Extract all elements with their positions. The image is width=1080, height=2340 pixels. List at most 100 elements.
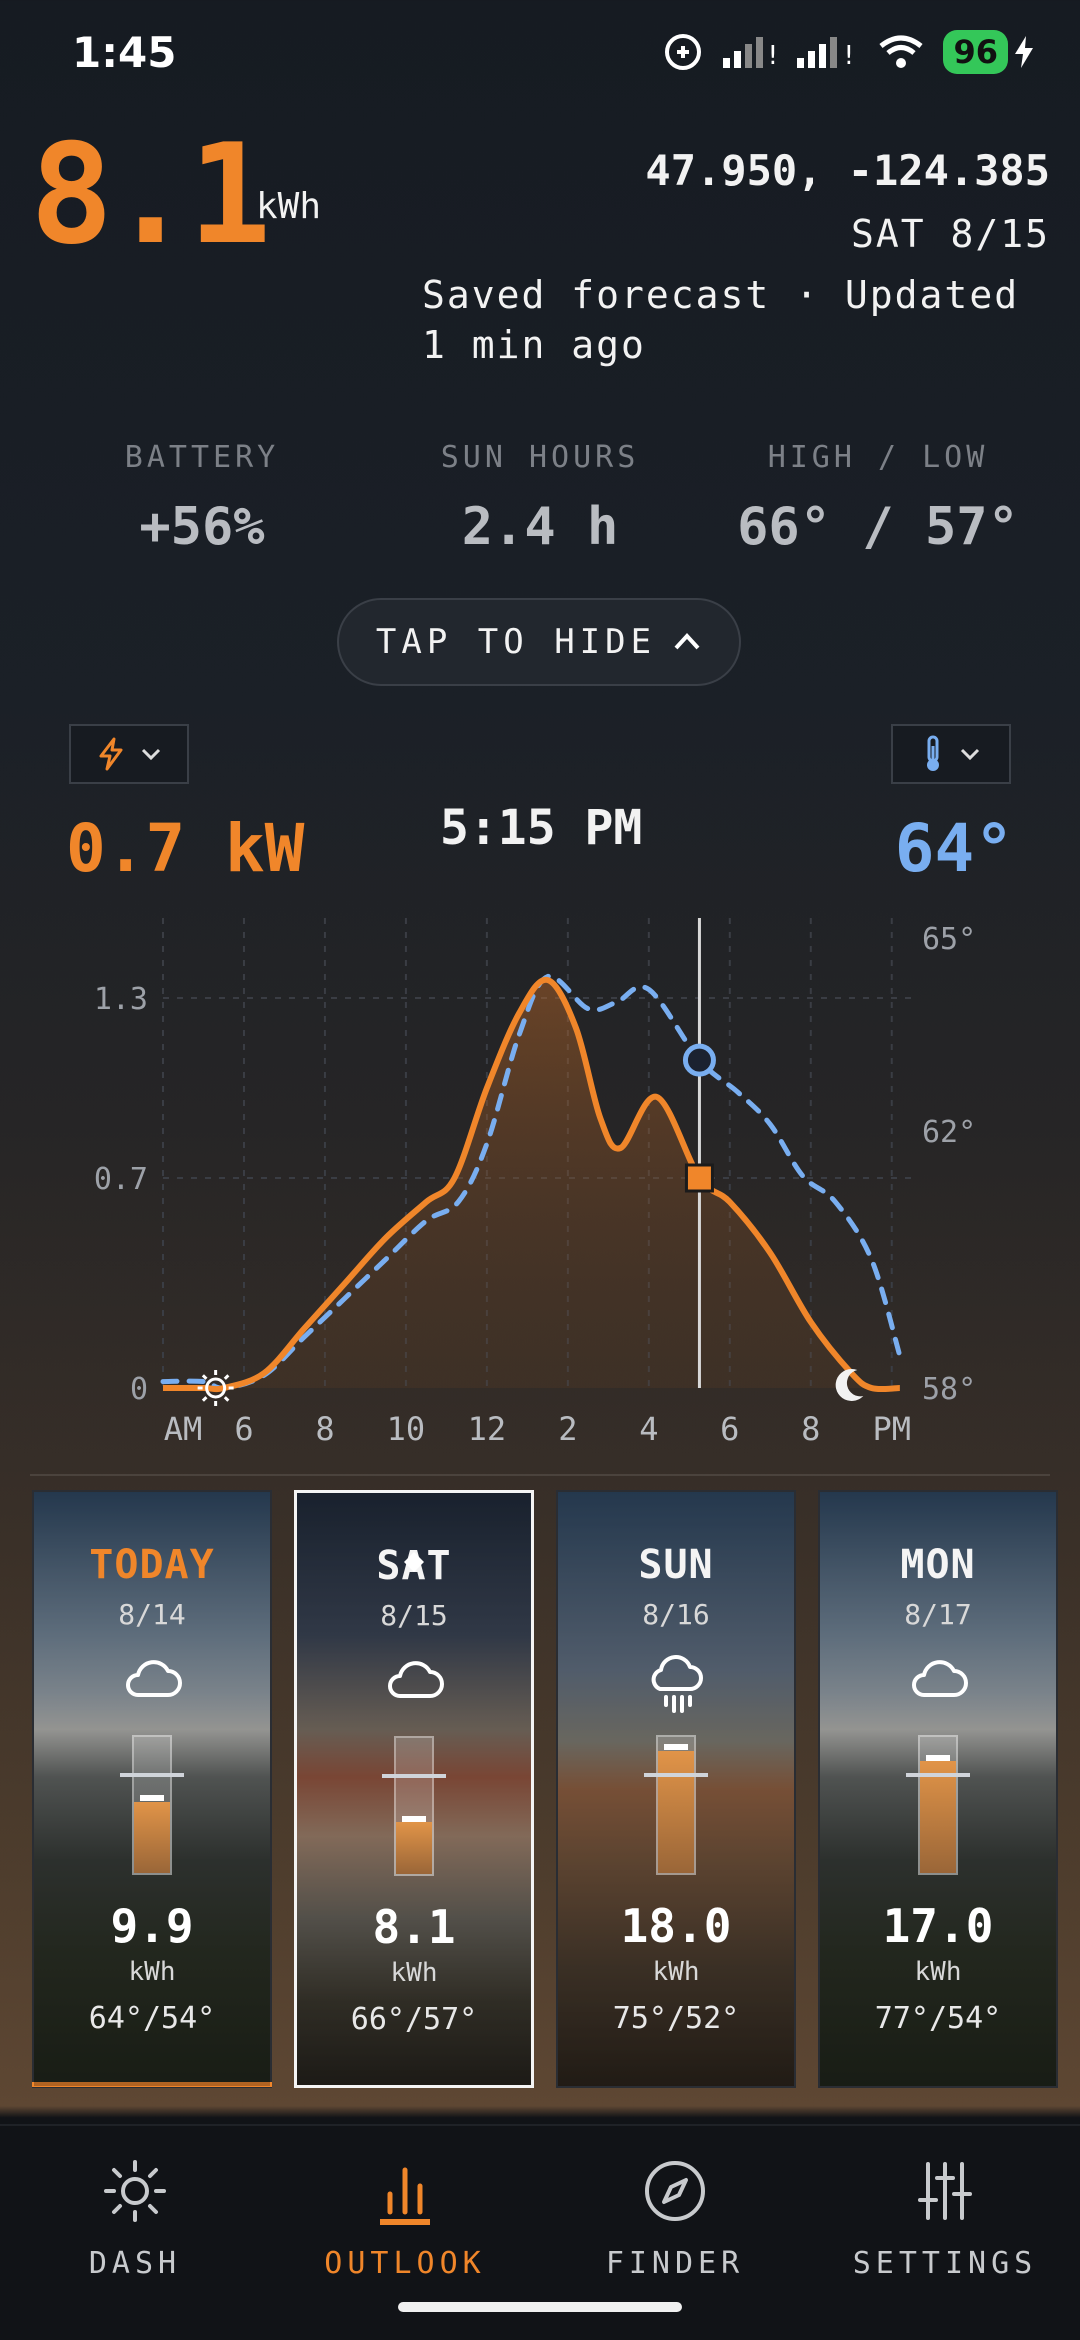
day-card-mon[interactable]: MON 8/17 17.0 kWh 77°/54° (818, 1490, 1058, 2088)
stat-label: HIGH / LOW (767, 440, 989, 475)
card-day: MON (900, 1542, 976, 1588)
svg-text:!: ! (765, 41, 777, 70)
y-left-tick-label: 0 (130, 1372, 148, 1407)
status-time: 1:45 (72, 28, 177, 77)
day-card-sun[interactable]: SUN 8/16 18.0 kWh 75°/52° (556, 1490, 796, 2088)
card-average-mark (906, 1773, 970, 1777)
tab-label: FINDER (605, 2246, 745, 2281)
thermometer-icon (927, 735, 939, 771)
tab-outlook[interactable]: OUTLOOK (270, 2156, 540, 2281)
chevron-up-icon (674, 633, 700, 650)
card-energy-bar (644, 1735, 708, 1875)
card-temp-range: 64°/54° (88, 2001, 216, 2036)
x-tick-label: 12 (468, 1410, 507, 1448)
stat-label: SUN HOURS (440, 440, 640, 475)
forecast-chart[interactable]: 1.3 0.7 0 65° 62° 58° AM 6 8 10 12 2 4 6 8 PM (0, 900, 1080, 1460)
stat-battery: BATTERY +56% (32, 440, 372, 557)
x-tick-label: 2 (558, 1410, 577, 1448)
card-energy-bar (382, 1736, 446, 1876)
y-right-tick-label: 65° (922, 922, 976, 957)
tab-dash[interactable]: DASH (0, 2156, 270, 2281)
tap-to-hide-button[interactable]: TAP TO HIDE (337, 598, 741, 686)
card-level-cap (926, 1754, 950, 1761)
x-tick-label: 10 (387, 1410, 426, 1448)
battery-level: 96 (943, 30, 1008, 74)
home-indicator (398, 2302, 682, 2312)
power-series-selector[interactable] (69, 724, 189, 784)
card-energy-value: 9.9 (110, 1899, 194, 1953)
daily-energy-unit: kWh (256, 186, 322, 227)
card-date: 8/14 (118, 1598, 186, 1631)
forecast-date: SAT 8/15 (850, 212, 1050, 256)
cellular-signal-icon-2: ! (797, 37, 857, 70)
card-date: 8/17 (904, 1598, 972, 1631)
card-energy-unit: kWh (128, 1957, 176, 1987)
tap-to-hide-label: TAP TO HIDE (375, 622, 657, 662)
cursor-time-readout: 5:15 PM (440, 800, 643, 856)
day-card-today[interactable]: TODAY 8/14 9.9 kWh 64°/54° (32, 1490, 272, 2088)
sliders-icon (918, 2162, 972, 2220)
card-energy-unit: kWh (390, 1958, 438, 1988)
tab-finder[interactable]: FINDER (540, 2156, 810, 2281)
current-temperature-readout: 64° (894, 810, 1014, 887)
card-day: SUN (638, 1542, 714, 1588)
wifi-icon (879, 35, 924, 68)
compass-icon (645, 2161, 705, 2221)
daily-energy-value: 8.1 (30, 114, 271, 275)
card-temp-range: 75°/52° (612, 2001, 740, 2036)
card-average-mark (120, 1773, 184, 1777)
temperature-series-selector[interactable] (891, 724, 1011, 784)
x-tick-label: 8 (315, 1410, 334, 1448)
y-left-tick-label: 1.3 (94, 982, 148, 1017)
selected-diamond-icon (404, 1552, 424, 1572)
card-energy-unit: kWh (914, 1957, 962, 1987)
x-tick-label: 8 (801, 1410, 820, 1448)
bar-chart-icon (380, 2167, 430, 2225)
card-level-cap (402, 1815, 426, 1822)
power-area (163, 979, 900, 1390)
tab-label: SETTINGS (852, 2246, 1038, 2281)
card-date: 8/15 (380, 1599, 448, 1632)
status-icons: ! ! 96 (663, 30, 1036, 74)
charging-bolt-icon (1015, 36, 1033, 68)
svg-text:!: ! (841, 41, 857, 70)
y-right-tick-label: 62° (922, 1115, 976, 1150)
stat-sun-hours: SUN HOURS 2.4 h (370, 440, 710, 557)
sun-icon (104, 2160, 166, 2222)
card-temp-range: 66°/57° (350, 2002, 478, 2037)
sunrise-icon-ray (201, 1374, 208, 1380)
stat-value: +56% (139, 497, 265, 557)
card-energy-value: 8.1 (372, 1900, 456, 1954)
card-energy-fill (134, 1802, 170, 1873)
card-energy-unit: kWh (652, 1957, 700, 1987)
power-cursor-marker (684, 1163, 714, 1193)
card-energy-bar (906, 1735, 970, 1875)
day-card-sat[interactable]: SAT 8/15 8.1 kWh 66°/57° (294, 1490, 534, 2088)
card-energy-bar (120, 1735, 184, 1875)
x-tick-label: 6 (234, 1410, 253, 1448)
cellular-signal-icon: ! (723, 37, 777, 70)
chart-series (160, 974, 903, 1393)
chevron-down-icon (960, 748, 980, 761)
tab-label: DASH (88, 2246, 182, 2281)
sunrise-icon-ray (201, 1396, 208, 1402)
y-left-tick-label: 0.7 (94, 1162, 148, 1197)
location-coordinates[interactable]: 47.950, -124.385 (645, 146, 1050, 195)
card-energy-value: 18.0 (620, 1899, 732, 1953)
x-tick-label: AM (164, 1410, 203, 1448)
card-average-mark (382, 1774, 446, 1778)
chevron-down-icon (141, 748, 161, 761)
y-right-tick-label: 58° (922, 1372, 976, 1407)
orientation-lock-icon (665, 34, 702, 70)
card-energy-fill (396, 1822, 432, 1874)
cloud-icon (34, 1653, 270, 1713)
tab-label: OUTLOOK (324, 2246, 486, 2281)
temperature-cursor-marker (682, 1043, 716, 1077)
stat-value: 66° / 57° (737, 497, 1019, 557)
forecast-status: Saved forecast · Updated 1 min ago (422, 273, 1020, 367)
card-date: 8/16 (642, 1598, 710, 1631)
card-average-mark (644, 1773, 708, 1777)
x-tick-label: 6 (720, 1410, 739, 1448)
x-tick-label: PM (872, 1410, 911, 1448)
tab-settings[interactable]: SETTINGS (810, 2156, 1080, 2281)
